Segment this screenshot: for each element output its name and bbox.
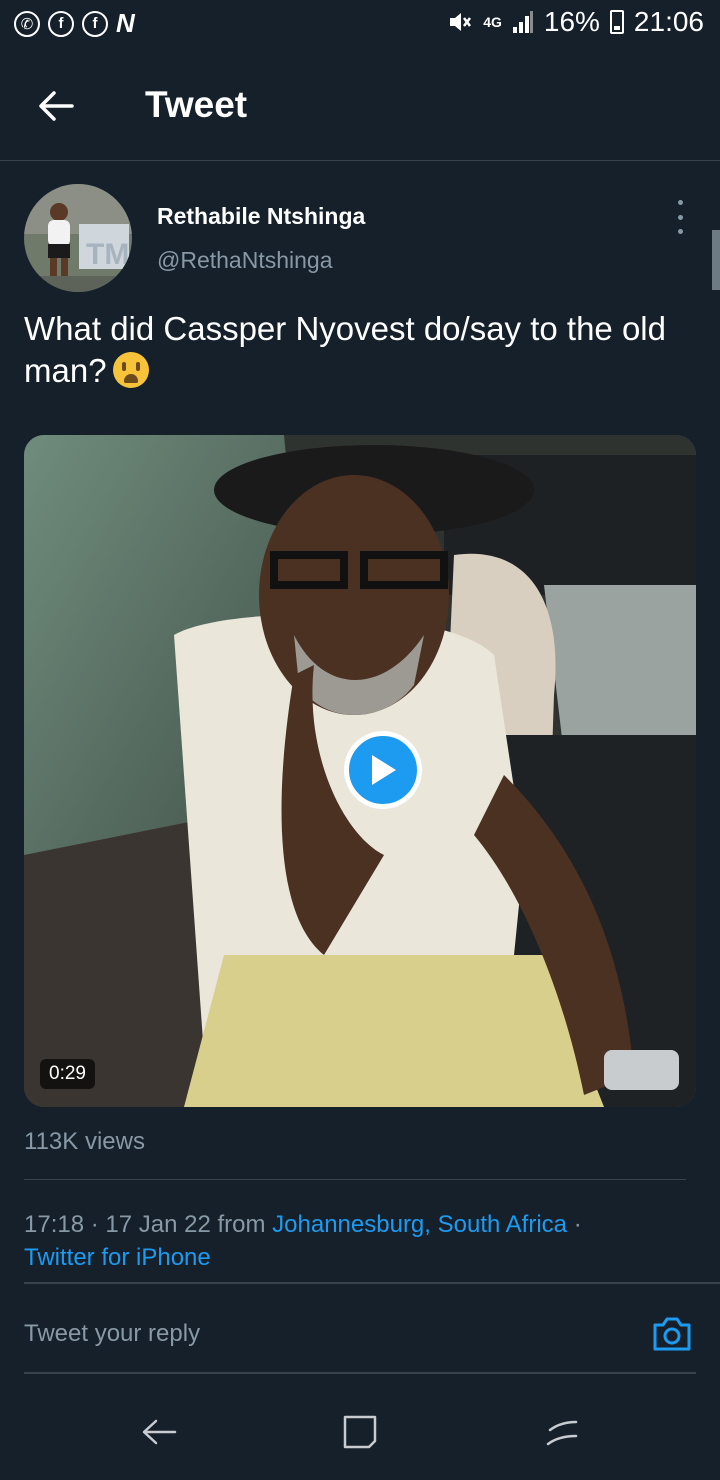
news-icon: N — [116, 8, 135, 38]
recent-apps-icon[interactable] — [542, 1412, 582, 1452]
back-icon[interactable] — [139, 1412, 179, 1452]
avatar[interactable]: TM — [24, 184, 132, 292]
divider — [24, 1282, 720, 1284]
system-navigation-bar — [0, 1374, 720, 1480]
scroll-indicator — [712, 230, 720, 290]
tweet-metadata: 17:18 · 17 Jan 22 from Johannesburg, Sou… — [24, 1208, 694, 1274]
play-icon — [372, 755, 396, 785]
author-handle[interactable]: @RethaNtshinga — [157, 247, 333, 274]
facebook-icon: f — [48, 10, 74, 37]
video-duration: 0:29 — [40, 1059, 95, 1089]
battery-percent: 16% — [543, 6, 600, 37]
battery-icon — [609, 10, 624, 34]
loudly-crying-face-emoji-icon — [112, 352, 149, 388]
more-options-icon[interactable] — [668, 200, 692, 234]
play-button[interactable] — [344, 731, 422, 809]
mute-icon — [450, 13, 472, 31]
network-type: 4G — [483, 14, 502, 30]
status-bar: ✆ f f N 4G 16% 21:06 — [0, 0, 720, 50]
tweet-text: What did Cassper Nyovest do/say to the o… — [24, 308, 696, 392]
divider — [24, 1179, 686, 1180]
reply-input[interactable]: Tweet your reply — [24, 1320, 200, 1348]
app-header: Tweet — [0, 50, 720, 161]
facebook-icon: f — [82, 10, 108, 37]
notification-icons: ✆ f f N — [14, 8, 135, 39]
arrow-left-icon[interactable] — [36, 86, 76, 126]
svg-text:TM: TM — [86, 238, 129, 271]
page-title: Tweet — [145, 84, 248, 125]
author-name[interactable]: Rethabile Ntshinga — [157, 203, 365, 230]
location-link[interactable]: Johannesburg, South Africa — [272, 1211, 567, 1238]
video-player[interactable]: 0:29 — [24, 435, 696, 1107]
signal-icon — [512, 11, 533, 33]
clock: 21:06 — [633, 6, 704, 37]
whatsapp-icon: ✆ — [14, 10, 40, 37]
home-icon[interactable] — [340, 1412, 380, 1452]
source-link[interactable]: Twitter for iPhone — [24, 1244, 211, 1271]
camera-icon[interactable] — [651, 1313, 693, 1355]
meta-separator: · — [567, 1211, 582, 1238]
view-count: 113K views — [24, 1128, 145, 1155]
tweet-timestamp: 17:18 · 17 Jan 22 from — [24, 1211, 273, 1238]
system-status: 4G 16% 21:06 — [447, 6, 704, 38]
